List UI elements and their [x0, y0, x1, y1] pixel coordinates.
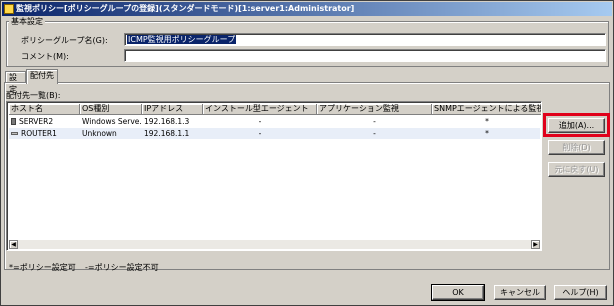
delete-button[interactable]: 削除(D) [548, 140, 605, 155]
column-header-host[interactable]: ホスト名 [9, 104, 80, 115]
server-icon [11, 118, 16, 125]
policy-group-name-label: ポリシーグループ名(G): [21, 36, 108, 45]
help-button[interactable]: ヘルプ(H) [554, 285, 607, 300]
column-header-agent[interactable]: インストール型エージェント [203, 104, 317, 115]
legend-not-allowed: -=ポリシー設定不可 [85, 263, 159, 272]
horizontal-scrollbar[interactable]: ◀ ▶ [9, 240, 540, 249]
os-cell: Windows Serve... [82, 117, 142, 126]
restore-button[interactable]: 元に戻す(U) [548, 162, 605, 177]
scroll-left-icon[interactable]: ◀ [9, 240, 18, 249]
column-header-app-monitor[interactable]: アプリケーション監視 [317, 104, 432, 115]
ip-cell: 192.168.1.3 [144, 117, 190, 126]
ok-button[interactable]: OK [431, 284, 485, 301]
app-icon [4, 4, 14, 14]
policy-group-name-input[interactable]: ICMP監視用ポリシーグループ [124, 33, 606, 46]
app-monitor-cell: - [373, 117, 376, 126]
basic-settings-label: 基本設定 [9, 16, 45, 27]
column-header-ip[interactable]: IPアドレス [142, 104, 203, 115]
host-cell: SERVER2 [9, 116, 80, 127]
table-row[interactable]: SERVER2 Windows Serve... 192.168.1.3 - -… [9, 116, 540, 127]
agent-cell: - [258, 117, 262, 126]
tab-deploy[interactable]: 配付先 [26, 69, 58, 84]
agent-cell: - [258, 129, 262, 138]
column-header-snmp[interactable]: SNMPエージェントによる監視 [432, 104, 541, 115]
app-monitor-cell: - [373, 129, 376, 138]
policy-group-name-value: ICMP監視用ポリシーグループ [127, 35, 237, 44]
column-header-os[interactable]: OS種別 [80, 104, 142, 115]
router-icon [11, 132, 18, 135]
legend-allowed: *=ポリシー設定可 [9, 263, 76, 272]
cancel-button[interactable]: キャンセル [494, 285, 546, 300]
deploy-list-label: 配付先一覧(B): [6, 91, 61, 100]
comment-label: コメント(M): [21, 52, 69, 61]
title-bar[interactable]: 監視ポリシー[ポリシーグループの登録](スタンダードモード)[1:server1… [2, 2, 612, 16]
host-cell: ROUTER1 [9, 128, 80, 139]
snmp-cell: * [485, 129, 489, 138]
host-name: ROUTER1 [21, 129, 57, 138]
comment-input[interactable] [124, 49, 606, 62]
add-button[interactable]: 追加(A)... [548, 118, 605, 133]
list-header: ホスト名 OS種別 IPアドレス インストール型エージェント アプリケーション監… [9, 104, 541, 115]
table-row[interactable]: ROUTER1 Unknown 192.168.1.1 - - * [9, 128, 540, 139]
dialog-window: 監視ポリシー[ポリシーグループの登録](スタンダードモード)[1:server1… [0, 0, 614, 306]
snmp-cell: * [485, 117, 489, 126]
os-cell: Unknown [82, 129, 117, 138]
window-title: 監視ポリシー[ポリシーグループの登録](スタンダードモード)[1:server1… [16, 4, 355, 13]
host-name: SERVER2 [19, 117, 54, 126]
deploy-list[interactable]: ホスト名 OS種別 IPアドレス インストール型エージェント アプリケーション監… [6, 101, 542, 251]
scroll-right-icon[interactable]: ▶ [531, 240, 540, 249]
ip-cell: 192.168.1.1 [144, 129, 190, 138]
